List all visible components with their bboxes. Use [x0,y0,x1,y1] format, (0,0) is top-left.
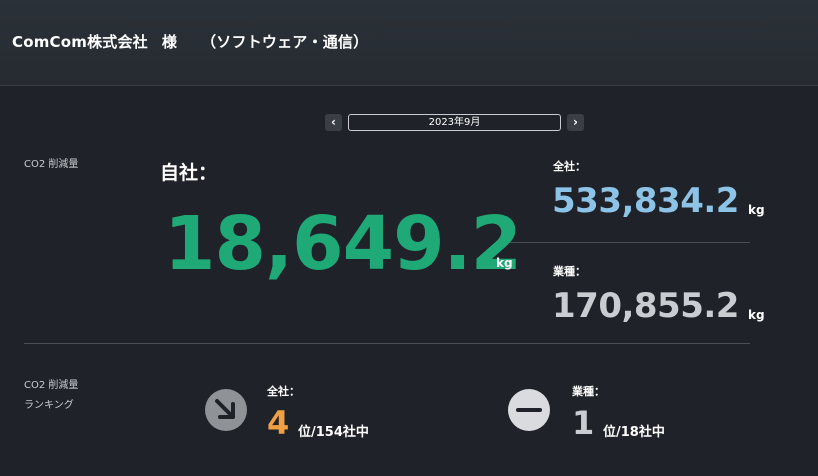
rank-industry-value: 1 [572,404,595,442]
all-companies-value: 533,834.2 [552,181,739,221]
next-month-button[interactable]: › [567,114,584,131]
rank-all-suffix: 位/154社中 [298,425,369,440]
ranking-label-line2: ランキング [24,400,74,411]
own-company-value: 18,649.2 [164,201,522,287]
month-selector: ‹ 2023年9月 › [0,114,818,134]
ranking-label: CO2 削減量 ランキング [24,378,78,413]
arrow-down-right-icon [205,389,247,431]
co2-reduction-label: CO2 削減量 [24,159,79,170]
chevron-right-icon: › [573,115,578,129]
own-company-label: 自社： [160,162,218,184]
rank-industry-label: 業種： [572,385,605,398]
header-bar: ComCom株式会社様 （ソフトウェア・通信） [0,0,818,86]
industry-value: 170,855.2 [552,286,739,326]
ranking-label-line1: CO2 削減量 [24,380,79,391]
rank-all-value: 4 [267,404,290,442]
industry-label: 業種： [553,265,586,278]
own-company-unit: kg [496,256,513,270]
divider [510,242,750,243]
section-divider [24,343,750,344]
prev-month-button[interactable]: ‹ [325,114,342,131]
honorific: 様 [161,33,178,51]
company-name: ComCom株式会社 [12,33,148,51]
all-companies-label: 全社： [553,160,586,173]
chevron-left-icon: ‹ [331,115,336,129]
rank-industry-suffix: 位/18社中 [603,425,665,440]
all-companies-unit: kg [748,203,765,217]
minus-icon [508,389,550,431]
company-title: ComCom株式会社様 （ソフトウェア・通信） [12,31,368,52]
rank-all-label: 全社： [267,385,300,398]
industry-unit: kg [748,308,765,322]
industry-name: （ソフトウェア・通信） [201,33,369,51]
month-field[interactable]: 2023年9月 [348,114,561,131]
